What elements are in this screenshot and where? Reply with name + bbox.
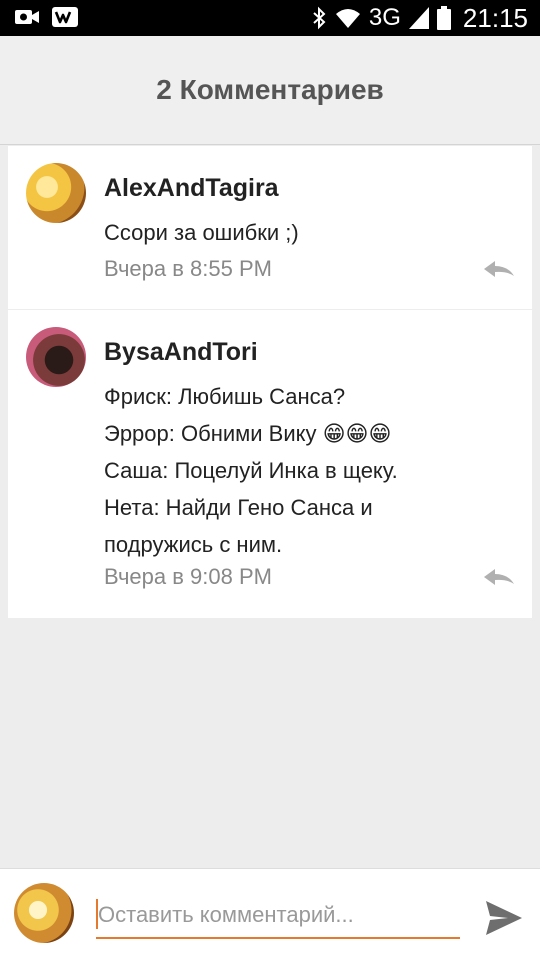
comment-line: Ссори за ошибки ;) [104, 220, 299, 245]
comment-line: Саша: Поцелуй Инка в щеку. [104, 458, 398, 483]
video-camera-icon [15, 10, 39, 24]
comment-text: Фриск: Любишь Санса? Эррор: Обними Вику … [104, 378, 514, 563]
comment-item: AlexAndTagira Ссори за ошибки ;) Вчера в… [8, 146, 532, 309]
comment-author[interactable]: BysaAndTori [104, 338, 258, 367]
comment-input[interactable] [96, 893, 460, 939]
avatar [14, 883, 74, 943]
battery-icon [436, 6, 451, 30]
wattpad-icon [52, 7, 78, 27]
comment-item: BysaAndTori Фриск: Любишь Санса? Эррор: … [8, 310, 532, 618]
comment-timestamp: Вчера в 8:55 PM [104, 256, 272, 281]
signal-icon [408, 7, 429, 29]
clock: 21:15 [462, 3, 528, 33]
send-icon[interactable] [484, 899, 524, 937]
comment-timestamp: Вчера в 9:08 PM [104, 564, 272, 589]
status-right: 3G 21:15 [311, 4, 528, 32]
reply-icon[interactable] [482, 566, 516, 588]
avatar[interactable] [26, 163, 86, 223]
reply-icon[interactable] [482, 258, 516, 280]
status-left [14, 7, 78, 27]
status-bar: 3G 21:15 [0, 0, 540, 36]
comment-line: Эррор: Обними Вику 😁😁😁 [104, 421, 392, 446]
comment-line: Нета: Найди Гено Санса и [104, 495, 373, 520]
comment-author[interactable]: AlexAndTagira [104, 174, 279, 203]
bluetooth-icon [313, 6, 326, 30]
comment-line: Фриск: Любишь Санса? [104, 384, 346, 409]
avatar[interactable] [26, 327, 86, 387]
page-header: 2 Комментариев [0, 36, 540, 145]
page-title: 2 Комментариев [156, 74, 384, 105]
text-cursor [96, 899, 98, 929]
wifi-icon [335, 9, 360, 28]
comment-compose-bar [0, 868, 540, 961]
network-type: 3G [368, 4, 401, 31]
comment-text: Ссори за ошибки ;) [104, 214, 514, 251]
comment-line: подружись с ним. [104, 532, 283, 557]
